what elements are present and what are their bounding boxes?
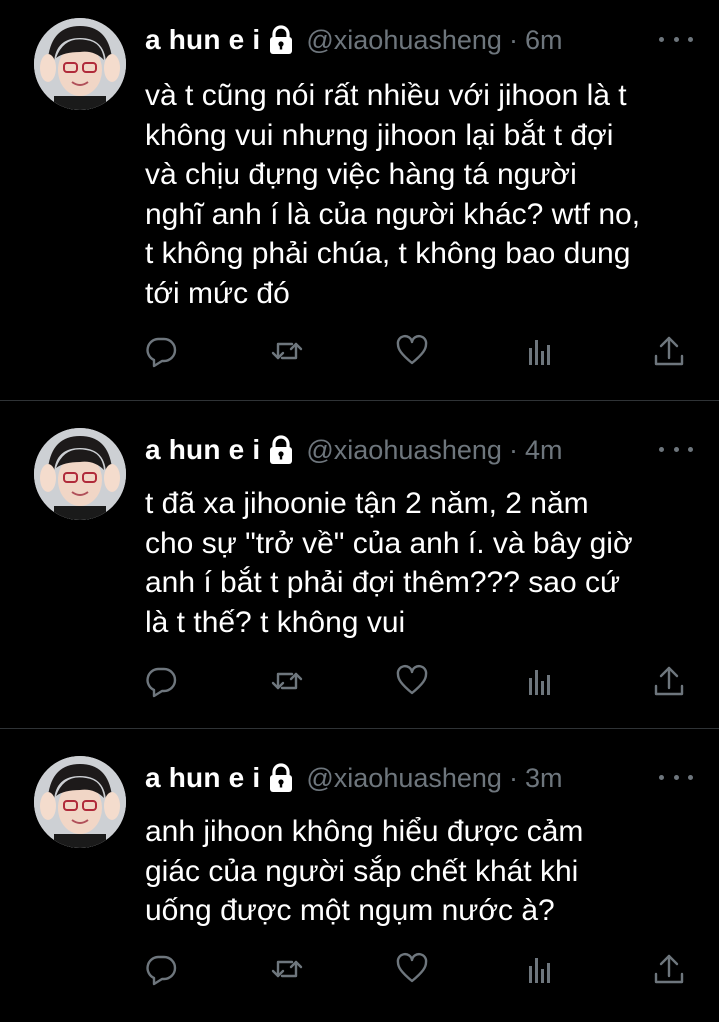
tweet[interactable]: a hun e i @xiaohuasheng · 6m và t cũng n… (0, 18, 719, 398)
avatar[interactable] (34, 428, 126, 520)
display-name[interactable]: a hun e i (145, 24, 260, 56)
tweet-header: a hun e i @xiaohuasheng · 6m (145, 18, 719, 62)
handle[interactable]: @xiaohuasheng (306, 25, 502, 56)
handle[interactable]: @xiaohuasheng (306, 435, 502, 466)
analytics-icon[interactable] (524, 952, 558, 986)
heart-icon[interactable] (395, 952, 429, 986)
avatar[interactable] (34, 756, 126, 848)
divider (0, 728, 719, 729)
more-icon[interactable] (659, 436, 693, 462)
more-icon[interactable] (659, 26, 693, 52)
retweet-icon[interactable] (270, 334, 304, 368)
lock-icon (268, 763, 294, 793)
heart-icon[interactable] (395, 664, 429, 698)
lock-icon (268, 435, 294, 465)
timestamp[interactable]: 6m (525, 25, 563, 56)
separator: · (508, 24, 518, 55)
timestamp[interactable]: 3m (525, 763, 563, 794)
avatar[interactable] (34, 18, 126, 110)
lock-icon (268, 25, 294, 55)
timeline-feed: a hun e i @xiaohuasheng · 6m và t cũng n… (0, 0, 719, 1022)
tweet-actions (0, 952, 719, 988)
share-icon[interactable] (652, 952, 686, 986)
reply-icon[interactable] (144, 952, 178, 986)
retweet-icon[interactable] (270, 664, 304, 698)
share-icon[interactable] (652, 334, 686, 368)
analytics-icon[interactable] (524, 334, 558, 368)
handle[interactable]: @xiaohuasheng (306, 763, 502, 794)
display-name[interactable]: a hun e i (145, 434, 260, 466)
reply-icon[interactable] (144, 334, 178, 368)
tweet-header: a hun e i @xiaohuasheng · 3m (145, 756, 719, 800)
divider (0, 400, 719, 401)
share-icon[interactable] (652, 664, 686, 698)
tweet-text: anh jihoon không hiểu được cảm giác của … (145, 815, 584, 927)
retweet-icon[interactable] (270, 952, 304, 986)
tweet[interactable]: a hun e i @xiaohuasheng · 3m anh jihoon … (0, 756, 719, 1022)
tweet-actions (0, 664, 719, 700)
tweet-text: t đã xa jihoonie tận 2 năm, 2 năm cho sự… (145, 487, 633, 639)
analytics-icon[interactable] (524, 664, 558, 698)
display-name[interactable]: a hun e i (145, 762, 260, 794)
reply-icon[interactable] (144, 664, 178, 698)
tweet[interactable]: a hun e i @xiaohuasheng · 4m t đã xa jih… (0, 428, 719, 723)
timestamp[interactable]: 4m (525, 435, 563, 466)
separator: · (508, 762, 518, 793)
tweet-text: và t cũng nói rất nhiều với jihoon là t … (145, 79, 641, 310)
separator: · (508, 434, 518, 465)
more-icon[interactable] (659, 764, 693, 790)
tweet-header: a hun e i @xiaohuasheng · 4m (145, 428, 719, 472)
heart-icon[interactable] (395, 334, 429, 368)
tweet-actions (0, 334, 719, 370)
